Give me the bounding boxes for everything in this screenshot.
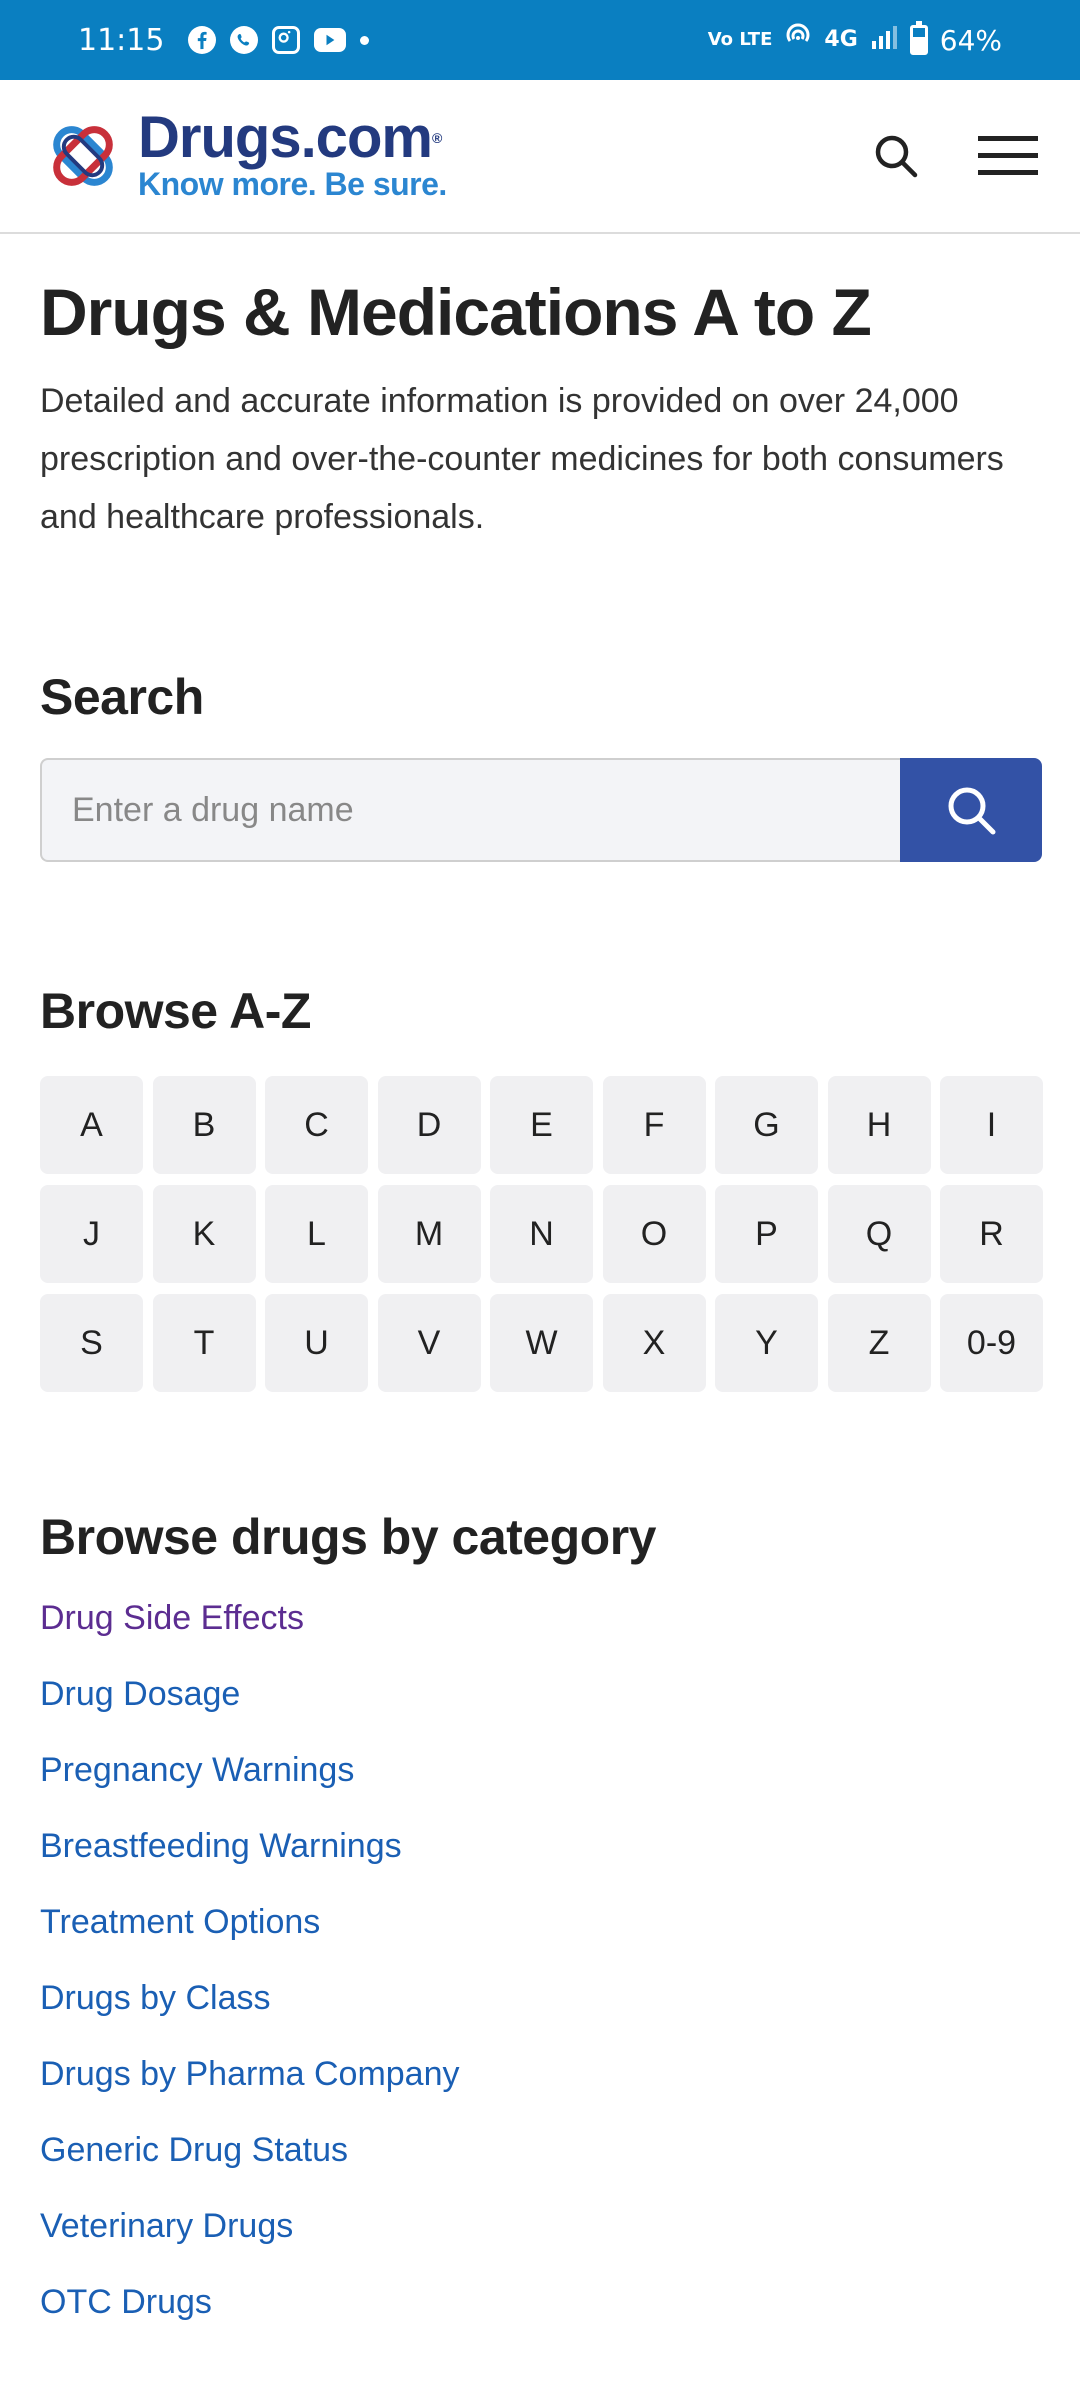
az-letter-q[interactable]: Q <box>827 1185 931 1283</box>
main-content: Drugs & Medications A to Z Detailed and … <box>40 234 1043 2340</box>
category-link-drugs-by-pharma-company[interactable]: Drugs by Pharma Company <box>40 2055 460 2094</box>
list-item: Pregnancy Warnings <box>40 1732 1042 1808</box>
battery-percent: 64% <box>939 23 1002 57</box>
az-letter-grid: A B C D E F G H I J K L M N O P Q R S T U V W X Y Z 0-9 <box>40 1076 1043 1392</box>
az-letter-f[interactable]: F <box>602 1076 706 1174</box>
list-item: Generic Drug Status <box>40 2112 1042 2188</box>
az-letter-r[interactable]: R <box>940 1185 1043 1283</box>
notification-dot <box>360 35 370 45</box>
az-letter-n[interactable]: N <box>490 1185 593 1283</box>
search-icon <box>948 787 996 835</box>
az-letter-z[interactable]: Z <box>827 1294 931 1392</box>
category-link-drugs-by-class[interactable]: Drugs by Class <box>40 1979 271 2018</box>
instagram-icon <box>272 26 301 54</box>
browse-az-heading: Browse A-Z <box>40 983 311 1039</box>
az-letter-h[interactable]: H <box>827 1076 931 1174</box>
az-letter-l[interactable]: L <box>265 1185 368 1283</box>
whatsapp-icon <box>230 26 259 54</box>
az-letter-j[interactable]: J <box>40 1185 143 1283</box>
category-heading: Browse drugs by category <box>40 1509 656 1565</box>
battery-icon <box>909 21 928 55</box>
category-link-pregnancy-warnings[interactable]: Pregnancy Warnings <box>40 1751 354 1790</box>
list-item: Drug Dosage <box>40 1656 1042 1732</box>
az-letter-b[interactable]: B <box>152 1076 256 1174</box>
az-letter-v[interactable]: V <box>377 1294 481 1392</box>
brand-tagline: Know more. Be sure. <box>138 166 447 202</box>
network-type: 4G <box>824 27 858 52</box>
hamburger-menu-icon <box>978 136 1038 175</box>
az-letter-m[interactable]: M <box>377 1185 481 1283</box>
signal-icon <box>870 23 898 58</box>
status-time: 11:15 <box>78 22 165 58</box>
az-letter-k[interactable]: K <box>152 1185 256 1283</box>
list-item: Drug Side Effects <box>40 1580 1042 1656</box>
az-letter-a[interactable]: A <box>40 1076 143 1174</box>
brand-name: Drugs.com <box>138 105 433 170</box>
az-letter-s[interactable]: S <box>40 1294 143 1392</box>
list-item: Drugs by Class <box>40 1960 1042 2036</box>
category-link-otc-drugs[interactable]: OTC Drugs <box>40 2283 212 2322</box>
intro-text: Detailed and accurate information is pro… <box>40 382 1004 536</box>
list-item: Drugs by Pharma Company <box>40 2036 1042 2112</box>
search-heading: Search <box>40 669 204 725</box>
logo-mark-icon <box>53 126 113 186</box>
list-item: Treatment Options <box>40 1884 1042 1960</box>
header-search-button[interactable] <box>864 124 928 188</box>
volte-label: Vo LTE <box>707 29 773 50</box>
registered-mark: ® <box>431 130 442 146</box>
youtube-icon <box>314 28 347 52</box>
status-bar-left: 11:15 <box>78 22 370 58</box>
page-title: Drugs & Medications A to Z <box>40 275 872 349</box>
az-letter-x[interactable]: X <box>602 1294 706 1392</box>
search-submit-button[interactable] <box>900 758 1042 862</box>
category-list: Drug Side Effects Drug Dosage Pregnancy Wa… <box>40 1580 1042 2340</box>
list-item: Breastfeeding Warnings <box>40 1808 1042 1884</box>
az-letter-w[interactable]: W <box>490 1294 593 1392</box>
az-letter-e[interactable]: E <box>490 1076 593 1174</box>
status-bar-right: Vo LTE 4G 64% <box>707 21 1002 58</box>
category-link-generic-drug-status[interactable]: Generic Drug Status <box>40 2131 348 2170</box>
site-logo[interactable]: Drugs.com® Know more. Be sure. <box>40 109 447 202</box>
list-item: Veterinary Drugs <box>40 2188 1042 2264</box>
facebook-icon <box>188 26 217 54</box>
az-letter-p[interactable]: P <box>715 1185 818 1283</box>
status-bar: 11:15 Vo LTE 4G 64% <box>0 0 1080 80</box>
az-letter-t[interactable]: T <box>152 1294 256 1392</box>
list-item: OTC Drugs <box>40 2264 1042 2340</box>
az-letter-u[interactable]: U <box>265 1294 368 1392</box>
category-link-drug-side-effects[interactable]: Drug Side Effects <box>40 1599 304 1638</box>
hotspot-icon <box>784 23 812 58</box>
az-letter-0-9[interactable]: 0-9 <box>940 1294 1043 1392</box>
category-link-treatment-options[interactable]: Treatment Options <box>40 1903 320 1942</box>
category-link-veterinary-drugs[interactable]: Veterinary Drugs <box>40 2207 293 2246</box>
az-letter-d[interactable]: D <box>377 1076 481 1174</box>
az-letter-g[interactable]: G <box>715 1076 818 1174</box>
search-icon <box>875 135 918 178</box>
category-link-breastfeeding-warnings[interactable]: Breastfeeding Warnings <box>40 1827 402 1866</box>
az-letter-i[interactable]: I <box>940 1076 1043 1174</box>
drug-search-input[interactable] <box>40 758 900 862</box>
category-link-drug-dosage[interactable]: Drug Dosage <box>40 1675 240 1714</box>
az-letter-c[interactable]: C <box>265 1076 368 1174</box>
az-letter-y[interactable]: Y <box>715 1294 818 1392</box>
site-header: Drugs.com® Know more. Be sure. <box>0 80 1080 234</box>
az-letter-o[interactable]: O <box>602 1185 706 1283</box>
search-form <box>40 758 1042 862</box>
menu-button[interactable] <box>976 124 1040 188</box>
